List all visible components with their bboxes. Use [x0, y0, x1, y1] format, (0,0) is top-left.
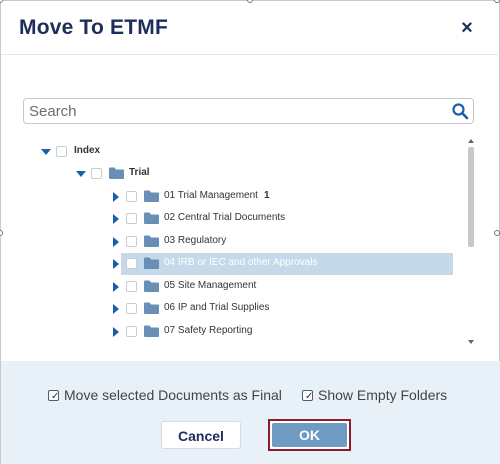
tree-checkbox[interactable]	[126, 303, 137, 314]
folder-name: 01 Trial Management	[164, 190, 258, 201]
show-empty-folders-checkbox[interactable]: ✓ Show Empty Folders	[302, 387, 452, 405]
folder-icon	[109, 167, 124, 179]
show-empty-folders-label: Show Empty Folders	[318, 387, 448, 403]
document-count-badge: 1	[263, 190, 270, 201]
tree-node-trial[interactable]: Trial	[31, 163, 456, 185]
tree-checkbox[interactable]	[126, 281, 137, 292]
dialog-header: Move To ETMF ×	[1, 1, 500, 55]
folder-icon	[144, 257, 159, 269]
checkmark-icon: ✓	[305, 391, 314, 402]
tree-node-label: 07 Safety Reporting	[164, 325, 253, 336]
resize-handle-left[interactable]	[0, 230, 3, 236]
expand-caret-icon[interactable]	[113, 259, 119, 269]
tree-node-label: 02 Central Trial Documents	[164, 212, 286, 223]
folder-icon	[144, 280, 159, 292]
search-icon[interactable]	[451, 102, 469, 120]
tree-checkbox[interactable]	[126, 258, 137, 269]
search-box	[23, 98, 474, 124]
dialog-title: Move To ETMF	[19, 16, 169, 39]
tree-node-label: Index	[74, 145, 101, 156]
tree-node-folder-01[interactable]: 01 Trial Management 1	[31, 186, 456, 208]
checkmark-icon: ✓	[51, 391, 60, 402]
tree-node-folder-02[interactable]: 02 Central Trial Documents	[31, 208, 456, 230]
expand-caret-icon[interactable]	[113, 282, 119, 292]
expand-caret-icon[interactable]	[113, 327, 119, 337]
ok-button[interactable]: OK	[268, 419, 351, 451]
checkbox-box[interactable]: ✓	[48, 390, 60, 402]
folder-icon	[144, 212, 159, 224]
tree-node-label: 06 IP and Trial Supplies	[164, 302, 270, 313]
tree-node-label: 03 Regulatory	[164, 235, 227, 246]
tree-node-label: 05 Site Management	[164, 280, 257, 291]
folder-icon	[144, 325, 159, 337]
tree-checkbox[interactable]	[126, 191, 137, 202]
move-as-final-checkbox[interactable]: ✓ Move selected Documents as Final	[48, 387, 293, 405]
folder-tree: Index Trial 01 Trial Management 1 02 Cen…	[31, 139, 473, 345]
tree-node-folder-03[interactable]: 03 Regulatory	[31, 231, 456, 253]
move-as-final-label: Move selected Documents as Final	[64, 387, 282, 403]
tree-node-folder-07[interactable]: 07 Safety Reporting	[31, 321, 456, 343]
scroll-down-arrow-icon[interactable]	[468, 340, 474, 344]
ok-button-label: OK	[272, 423, 347, 447]
folder-icon	[144, 190, 159, 202]
tree-scrollbar[interactable]	[467, 139, 475, 344]
tree-checkbox[interactable]	[126, 326, 137, 337]
tree-node-index[interactable]: Index	[31, 141, 456, 163]
tree-node-label: 01 Trial Management 1	[164, 190, 270, 201]
close-icon[interactable]: ×	[457, 17, 477, 39]
cancel-button[interactable]: Cancel	[161, 421, 241, 449]
expand-caret-icon[interactable]	[113, 237, 119, 247]
tree-checkbox[interactable]	[91, 168, 102, 179]
tree-checkbox[interactable]	[56, 146, 67, 157]
expand-caret-icon[interactable]	[113, 304, 119, 314]
tree-checkbox[interactable]	[126, 213, 137, 224]
scrollbar-thumb[interactable]	[468, 147, 474, 247]
resize-handle-right[interactable]	[494, 230, 500, 236]
tree-node-label: Trial	[129, 167, 150, 178]
tree-node-folder-04[interactable]: 04 IRB or IEC and other Approvals	[31, 253, 456, 275]
folder-icon	[144, 302, 159, 314]
checkbox-box[interactable]: ✓	[302, 390, 314, 402]
tree-node-folder-06[interactable]: 06 IP and Trial Supplies	[31, 298, 456, 320]
collapse-caret-icon[interactable]	[41, 149, 51, 155]
tree-node-folder-05[interactable]: 05 Site Management	[31, 276, 456, 298]
scroll-up-arrow-icon[interactable]	[468, 139, 474, 143]
search-input[interactable]	[29, 101, 444, 121]
tree-checkbox[interactable]	[126, 236, 137, 247]
tree-node-label: 04 IRB or IEC and other Approvals	[164, 257, 318, 268]
expand-caret-icon[interactable]	[113, 214, 119, 224]
move-to-etmf-dialog: Move To ETMF × Index Trial	[0, 0, 500, 464]
dialog-footer: ✓ Move selected Documents as Final ✓ Sho…	[1, 361, 500, 464]
folder-icon	[144, 235, 159, 247]
collapse-caret-icon[interactable]	[76, 171, 86, 177]
expand-caret-icon[interactable]	[113, 192, 119, 202]
